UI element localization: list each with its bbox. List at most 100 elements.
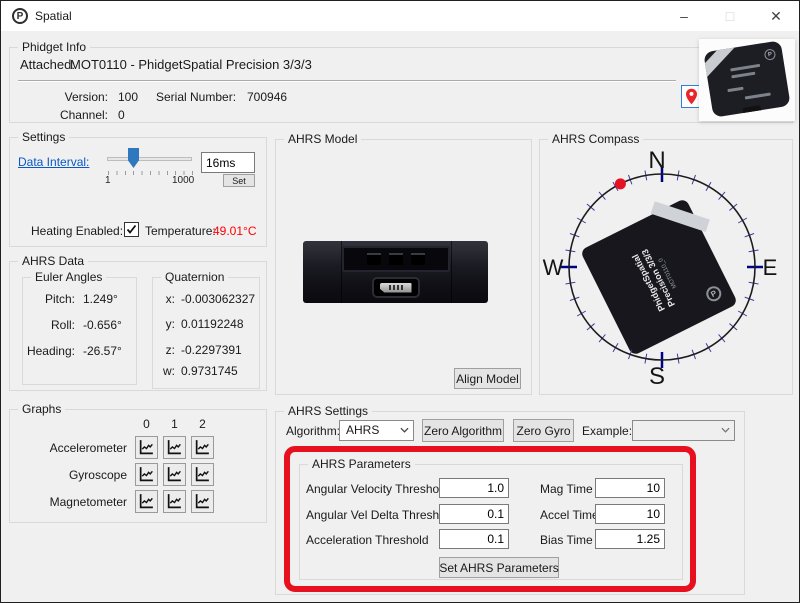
line-chart-icon <box>167 494 181 509</box>
compass-dial: N S E W <box>543 147 778 390</box>
quat-y-label: y: <box>165 317 175 331</box>
compass-east-label: E <box>763 255 778 280</box>
graph-button-accelerometer-2[interactable] <box>191 436 214 459</box>
checkmark-icon <box>126 224 137 234</box>
ahrs-data-group-label: AHRS Data <box>18 254 89 268</box>
algorithm-select[interactable]: AHRS <box>339 420 414 441</box>
graph-button-magnetometer-0[interactable] <box>135 490 158 513</box>
bias-time-input[interactable] <box>595 529 665 549</box>
heating-enabled-label: Heating Enabled: <box>31 224 124 238</box>
example-label: Example: <box>582 424 633 438</box>
magnetometer-label: Magnetometer <box>49 495 127 509</box>
roll-value: -0.656° <box>83 318 122 332</box>
device-3d-model <box>303 241 488 303</box>
line-chart-icon <box>139 440 153 455</box>
data-interval-link[interactable]: Data Interval: <box>18 155 89 169</box>
device-photo-connector <box>742 105 762 116</box>
euler-angles-group-label: Euler Angles <box>31 270 107 284</box>
graph-button-magnetometer-1[interactable] <box>163 490 186 513</box>
temperature-value: 49.01°C <box>213 224 257 238</box>
device-photo-board: P <box>703 40 791 118</box>
line-chart-icon <box>195 440 209 455</box>
accelerometer-label: Accelerometer <box>49 441 127 455</box>
version-label: Version: <box>64 90 108 104</box>
graph-column-1: 1 <box>171 417 178 431</box>
data-interval-slider-track[interactable] <box>107 157 192 161</box>
chevron-down-icon <box>721 427 730 433</box>
roll-label: Roll: <box>50 318 75 332</box>
accel-time-label: Accel Time <box>540 508 599 522</box>
graph-button-accelerometer-1[interactable] <box>163 436 186 459</box>
line-chart-icon <box>139 494 153 509</box>
quat-y-value: 0.01192248 <box>181 317 244 331</box>
model-usb-port <box>371 277 420 298</box>
set-interval-button[interactable]: Set <box>223 174 255 187</box>
slider-max-label: 1000 <box>172 175 195 186</box>
compass-west-label: W <box>543 255 564 280</box>
maximize-button: □ <box>725 8 735 24</box>
accel-time-input[interactable] <box>595 504 665 524</box>
ahrs-settings-group: AHRS Settings Algorithm: AHRS Zero Algor… <box>275 404 745 595</box>
serial-number-label: Serial Number: <box>156 90 237 104</box>
phidgets-logo-icon: P <box>12 8 28 24</box>
location-pin-icon <box>686 88 697 105</box>
graph-column-2: 2 <box>199 417 206 431</box>
heading-label: Heading: <box>26 344 75 358</box>
zero-algorithm-button[interactable]: Zero Algorithm <box>422 419 504 442</box>
quaternion-group: Quaternion x: -0.003062327 y: 0.01192248… <box>152 270 260 389</box>
channel-label: Channel: <box>59 108 108 122</box>
device-photo: P <box>699 39 795 121</box>
quat-x-label: x: <box>165 292 175 306</box>
graph-button-gyroscope-1[interactable] <box>163 463 186 486</box>
set-ahrs-parameters-button[interactable]: Set AHRS Parameters <box>439 557 559 578</box>
quat-w-value: 0.9731745 <box>181 364 238 378</box>
compass-south-label: S <box>649 363 665 390</box>
title-bar: P Spatial – □ ✕ <box>1 1 799 31</box>
attached-value: MOT0110 - PhidgetSpatial Precision 3/3/3 <box>70 57 312 72</box>
data-interval-slider-thumb[interactable] <box>128 148 139 168</box>
angular-vel-delta-threshold-label: Angular Vel Delta Threshold <box>306 508 456 522</box>
graph-button-accelerometer-0[interactable] <box>135 436 158 459</box>
pitch-label: Pitch: <box>44 292 75 306</box>
graph-button-magnetometer-2[interactable] <box>191 490 214 513</box>
acceleration-threshold-input[interactable] <box>439 529 509 549</box>
heading-value: -26.57° <box>83 344 122 358</box>
quat-z-value: -0.2297391 <box>181 343 242 357</box>
graph-button-gyroscope-0[interactable] <box>135 463 158 486</box>
angular-velocity-threshold-input[interactable] <box>439 478 509 498</box>
phidgets-logo-icon: P <box>763 48 777 61</box>
zero-gyro-button[interactable]: Zero Gyro <box>513 419 574 442</box>
settings-group: Settings Data Interval: 1 1000 Set Heati… <box>9 130 267 247</box>
acceleration-threshold-label: Acceleration Threshold <box>306 533 429 547</box>
close-button[interactable]: ✕ <box>753 1 799 31</box>
model-connector <box>341 246 450 272</box>
graphs-group: Graphs 0 1 2 Accelerometer Gyroscope Mag… <box>9 402 267 523</box>
graph-button-gyroscope-2[interactable] <box>191 463 214 486</box>
gyroscope-label: Gyroscope <box>68 468 127 482</box>
phidget-info-group-label: Phidget Info <box>18 40 91 54</box>
ahrs-compass-group: AHRS Compass PhidgetSpatial Precision 3/… <box>539 132 793 395</box>
euler-angles-group: Euler Angles Pitch: 1.249° Roll: -0.656°… <box>22 270 137 385</box>
mag-time-input[interactable] <box>595 478 665 498</box>
quat-w-label: w: <box>163 364 175 378</box>
divider <box>18 80 676 82</box>
heading-dot <box>614 178 626 190</box>
settings-group-label: Settings <box>18 130 70 144</box>
align-model-button[interactable]: Align Model <box>454 368 521 389</box>
minimize-button[interactable]: – <box>661 1 707 31</box>
data-interval-input[interactable] <box>201 152 255 173</box>
angular-vel-delta-threshold-input[interactable] <box>439 504 509 524</box>
spatial-window: P Spatial – □ ✕ Phidget Info Attached: M… <box>0 0 800 603</box>
example-select[interactable] <box>632 420 735 441</box>
quat-x-value: -0.003062327 <box>181 292 256 306</box>
line-chart-icon <box>167 440 181 455</box>
angular-velocity-threshold-label: Angular Velocity Threshold <box>306 482 449 496</box>
chevron-down-icon <box>400 427 409 433</box>
line-chart-icon <box>195 467 209 482</box>
mag-time-label: Mag Time <box>540 482 593 496</box>
serial-number-value: 700946 <box>247 90 288 104</box>
quat-z-label: z: <box>165 343 175 357</box>
pitch-value: 1.249° <box>83 292 118 306</box>
heating-enabled-checkbox[interactable] <box>124 222 139 237</box>
channel-value: 0 <box>118 108 125 122</box>
